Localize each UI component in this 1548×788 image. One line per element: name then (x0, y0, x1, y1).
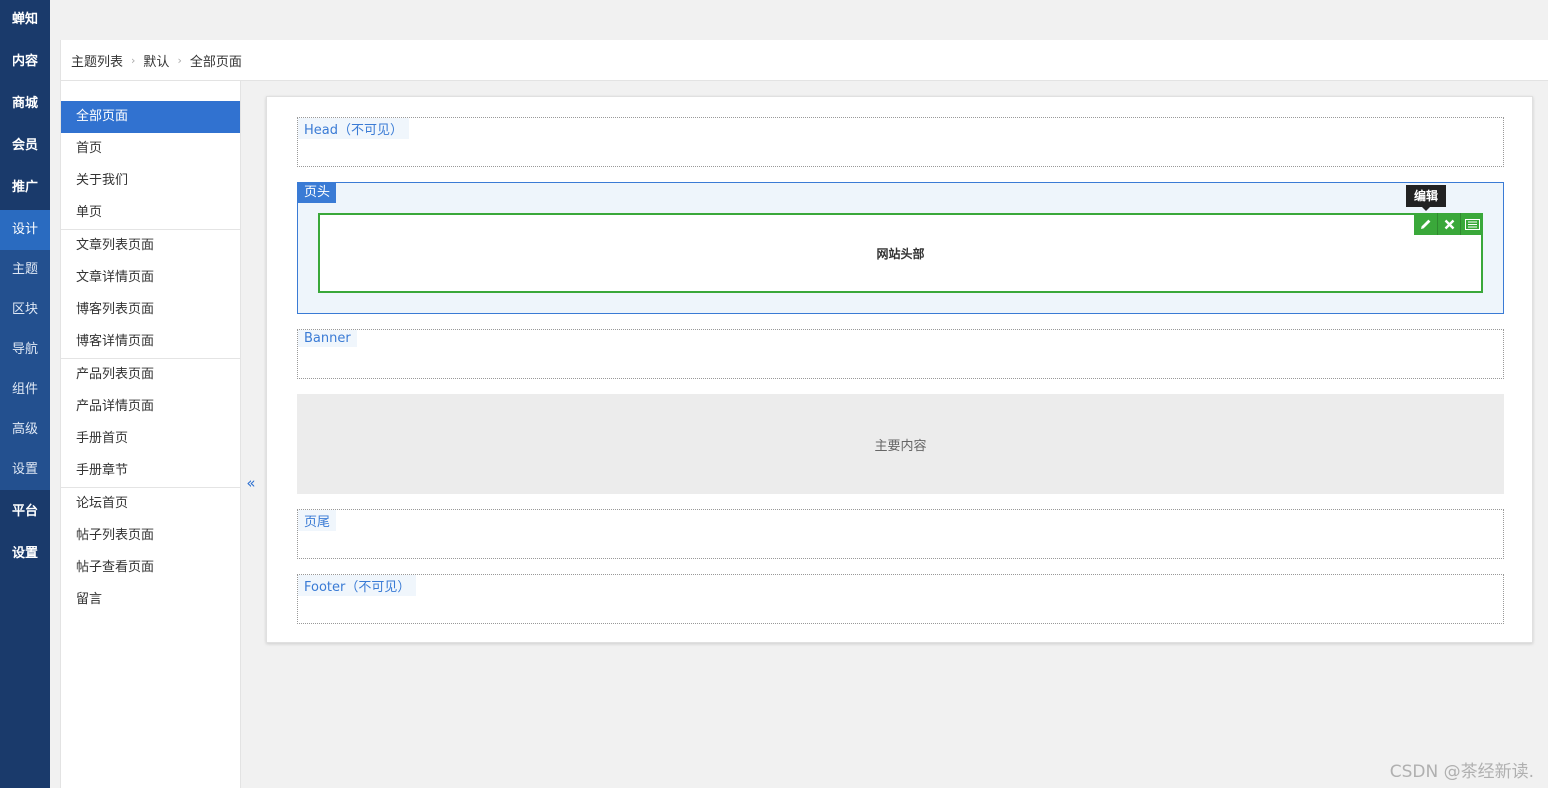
breadcrumb-default[interactable]: 默认 (143, 51, 169, 70)
page-list-item[interactable]: 帖子查看页面 (61, 552, 240, 584)
page-list-item[interactable]: 产品详情页面 (61, 391, 240, 423)
page-list-item[interactable]: 全部页面 (61, 101, 240, 133)
main-content-label: 主要内容 (874, 438, 927, 454)
region-header[interactable]: 页头 网站头部 编辑 (297, 182, 1504, 314)
list-icon[interactable] (1460, 213, 1483, 235)
header-block[interactable]: 网站头部 (318, 213, 1483, 293)
chevron-right-icon: › (177, 53, 182, 67)
nav-item-3[interactable]: 会员 (0, 126, 50, 166)
page-list-item[interactable]: 论坛首页 (61, 488, 240, 520)
region-head-label: Head（不可见） (298, 118, 409, 139)
page-list-item[interactable]: 关于我们 (61, 165, 240, 197)
region-banner-label: Banner (298, 330, 357, 347)
nav-item-6[interactable]: 主题 (0, 250, 50, 290)
region-footer-cn-label: 页尾 (298, 510, 337, 531)
page-list-item[interactable]: 手册章节 (61, 455, 240, 487)
nav-item-4[interactable]: 推广 (0, 168, 50, 208)
nav-item-1[interactable]: 内容 (0, 42, 50, 82)
page-list-item[interactable]: 留言 (61, 584, 240, 616)
page-list-item[interactable]: 手册首页 (61, 423, 240, 455)
nav-item-13[interactable]: 设置 (0, 534, 50, 574)
breadcrumb-all-pages: 全部页面 (189, 54, 242, 70)
page-list-item[interactable]: 博客列表页面 (61, 294, 240, 326)
page-list-item[interactable]: 博客详情页面 (61, 326, 240, 358)
layout-panel: Head（不可见） 页头 网站头部 编辑 Banner 主要内容 页尾 Foot… (266, 96, 1533, 643)
region-header-label: 页头 (298, 183, 337, 203)
nav-item-2[interactable]: 商城 (0, 84, 50, 124)
page-list-item[interactable]: 文章列表页面 (61, 230, 240, 262)
main-sidebar: 蝉知 内容 商城 会员 推广 设计 主题 区块 导航 组件 高级 设置 平台 设置 (0, 0, 50, 788)
region-footer[interactable]: Footer（不可见） (297, 574, 1504, 624)
page-list-item[interactable]: 首页 (61, 133, 240, 165)
close-icon[interactable] (1437, 213, 1460, 235)
page-list-item[interactable]: 单页 (61, 197, 240, 229)
chevron-right-icon: › (131, 53, 136, 67)
nav-item-0[interactable]: 蝉知 (0, 0, 50, 40)
breadcrumb: 主题列表 › 默认 › 全部页面 (60, 40, 1548, 81)
region-head[interactable]: Head（不可见） (297, 117, 1504, 167)
nav-item-12[interactable]: 平台 (0, 492, 50, 532)
collapse-sidebar-button[interactable]: « (244, 474, 258, 492)
pencil-icon[interactable] (1414, 213, 1437, 235)
region-footer-cn[interactable]: 页尾 (297, 509, 1504, 559)
breadcrumb-theme-list[interactable]: 主题列表 (71, 51, 123, 70)
page-list-item[interactable]: 文章详情页面 (61, 262, 240, 294)
nav-item-10[interactable]: 高级 (0, 410, 50, 450)
nav-item-5[interactable]: 设计 (0, 210, 50, 250)
page-list-item[interactable]: 帖子列表页面 (61, 520, 240, 552)
nav-item-11[interactable]: 设置 (0, 450, 50, 490)
block-toolbar (1414, 213, 1483, 235)
nav-item-9[interactable]: 组件 (0, 370, 50, 410)
region-footer-label: Footer（不可见） (298, 575, 417, 596)
nav-item-8[interactable]: 导航 (0, 330, 50, 370)
header-block-title: 网站头部 (876, 246, 925, 261)
page-list: 全部页面 首页 关于我们 单页 文章列表页面 文章详情页面 博客列表页面 博客详情页面 产品列表… (60, 81, 241, 788)
region-main-content[interactable]: 主要内容 (297, 394, 1504, 494)
nav-item-7[interactable]: 区块 (0, 290, 50, 330)
watermark: CSDN @茶经新读. (1389, 762, 1534, 782)
page-list-item[interactable]: 产品列表页面 (61, 359, 240, 391)
region-banner[interactable]: Banner (297, 329, 1504, 379)
edit-tooltip: 编辑 (1405, 185, 1446, 211)
